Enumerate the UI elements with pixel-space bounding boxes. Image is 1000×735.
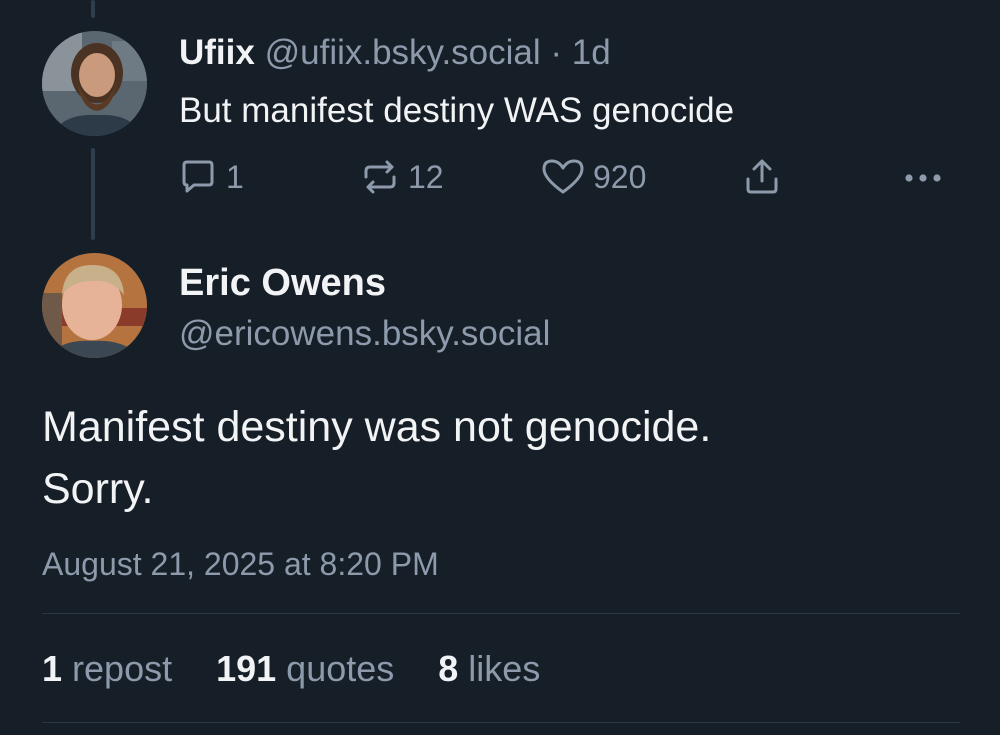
parent-display-name[interactable]: Ufiix (179, 33, 255, 72)
parent-post-header: Ufiix @ufiix.bsky.social · 1d (179, 30, 611, 76)
repost-button[interactable]: 12 (360, 154, 444, 200)
quotes-stat[interactable]: 191 quotes (216, 648, 394, 690)
divider-bottom (42, 722, 960, 723)
like-button[interactable]: 920 (541, 154, 646, 200)
heart-icon (542, 159, 584, 194)
more-options-button[interactable] (902, 154, 944, 200)
thread-line-middle (91, 148, 95, 240)
likes-count: 8 (438, 648, 459, 689)
likes-label: likes (468, 648, 541, 689)
speech-bubble-icon (182, 160, 214, 193)
engagement-stats: 1 repost 191 quotes 8 likes (42, 645, 584, 693)
reply-count: 1 (226, 158, 244, 195)
post-thread-view: Ufiix @ufiix.bsky.social · 1d But manife… (0, 0, 1000, 735)
quotes-count: 191 (216, 648, 277, 689)
parent-avatar[interactable] (42, 31, 147, 136)
divider-top (42, 613, 960, 614)
main-display-name[interactable]: Eric Owens (179, 259, 386, 307)
main-post-text-line: Manifest destiny was not genocide. (42, 403, 712, 451)
reposts-label: repost (72, 648, 173, 689)
repost-arrows-icon (364, 160, 396, 194)
parent-post-age[interactable]: 1d (572, 33, 611, 72)
more-dots-icon (905, 174, 941, 182)
main-post-text-line: Sorry. (42, 465, 154, 513)
thread-line-top (91, 0, 95, 18)
post-timestamp: August 21, 2025 at 8:20 PM (42, 546, 439, 582)
blond-man-avatar-image (42, 253, 147, 358)
bearded-man-avatar-image (42, 31, 147, 136)
share-button[interactable] (742, 154, 782, 200)
parent-separator: · (550, 33, 563, 72)
share-upload-icon (746, 159, 778, 194)
reposts-stat[interactable]: 1 repost (42, 648, 172, 690)
reposts-count: 1 (42, 648, 63, 689)
quotes-label: quotes (286, 648, 395, 689)
like-count: 920 (593, 158, 647, 195)
main-post-text: Manifest destiny was not genocide. Sorry… (42, 396, 962, 520)
repost-count: 12 (408, 158, 444, 195)
reply-button[interactable]: 1 (178, 154, 244, 200)
main-handle[interactable]: @ericowens.bsky.social (179, 311, 550, 357)
parent-post-text: But manifest destiny WAS genocide (179, 91, 735, 130)
parent-handle[interactable]: @ufiix.bsky.social (265, 33, 541, 72)
main-avatar[interactable] (42, 253, 147, 358)
likes-stat[interactable]: 8 likes (438, 648, 540, 690)
